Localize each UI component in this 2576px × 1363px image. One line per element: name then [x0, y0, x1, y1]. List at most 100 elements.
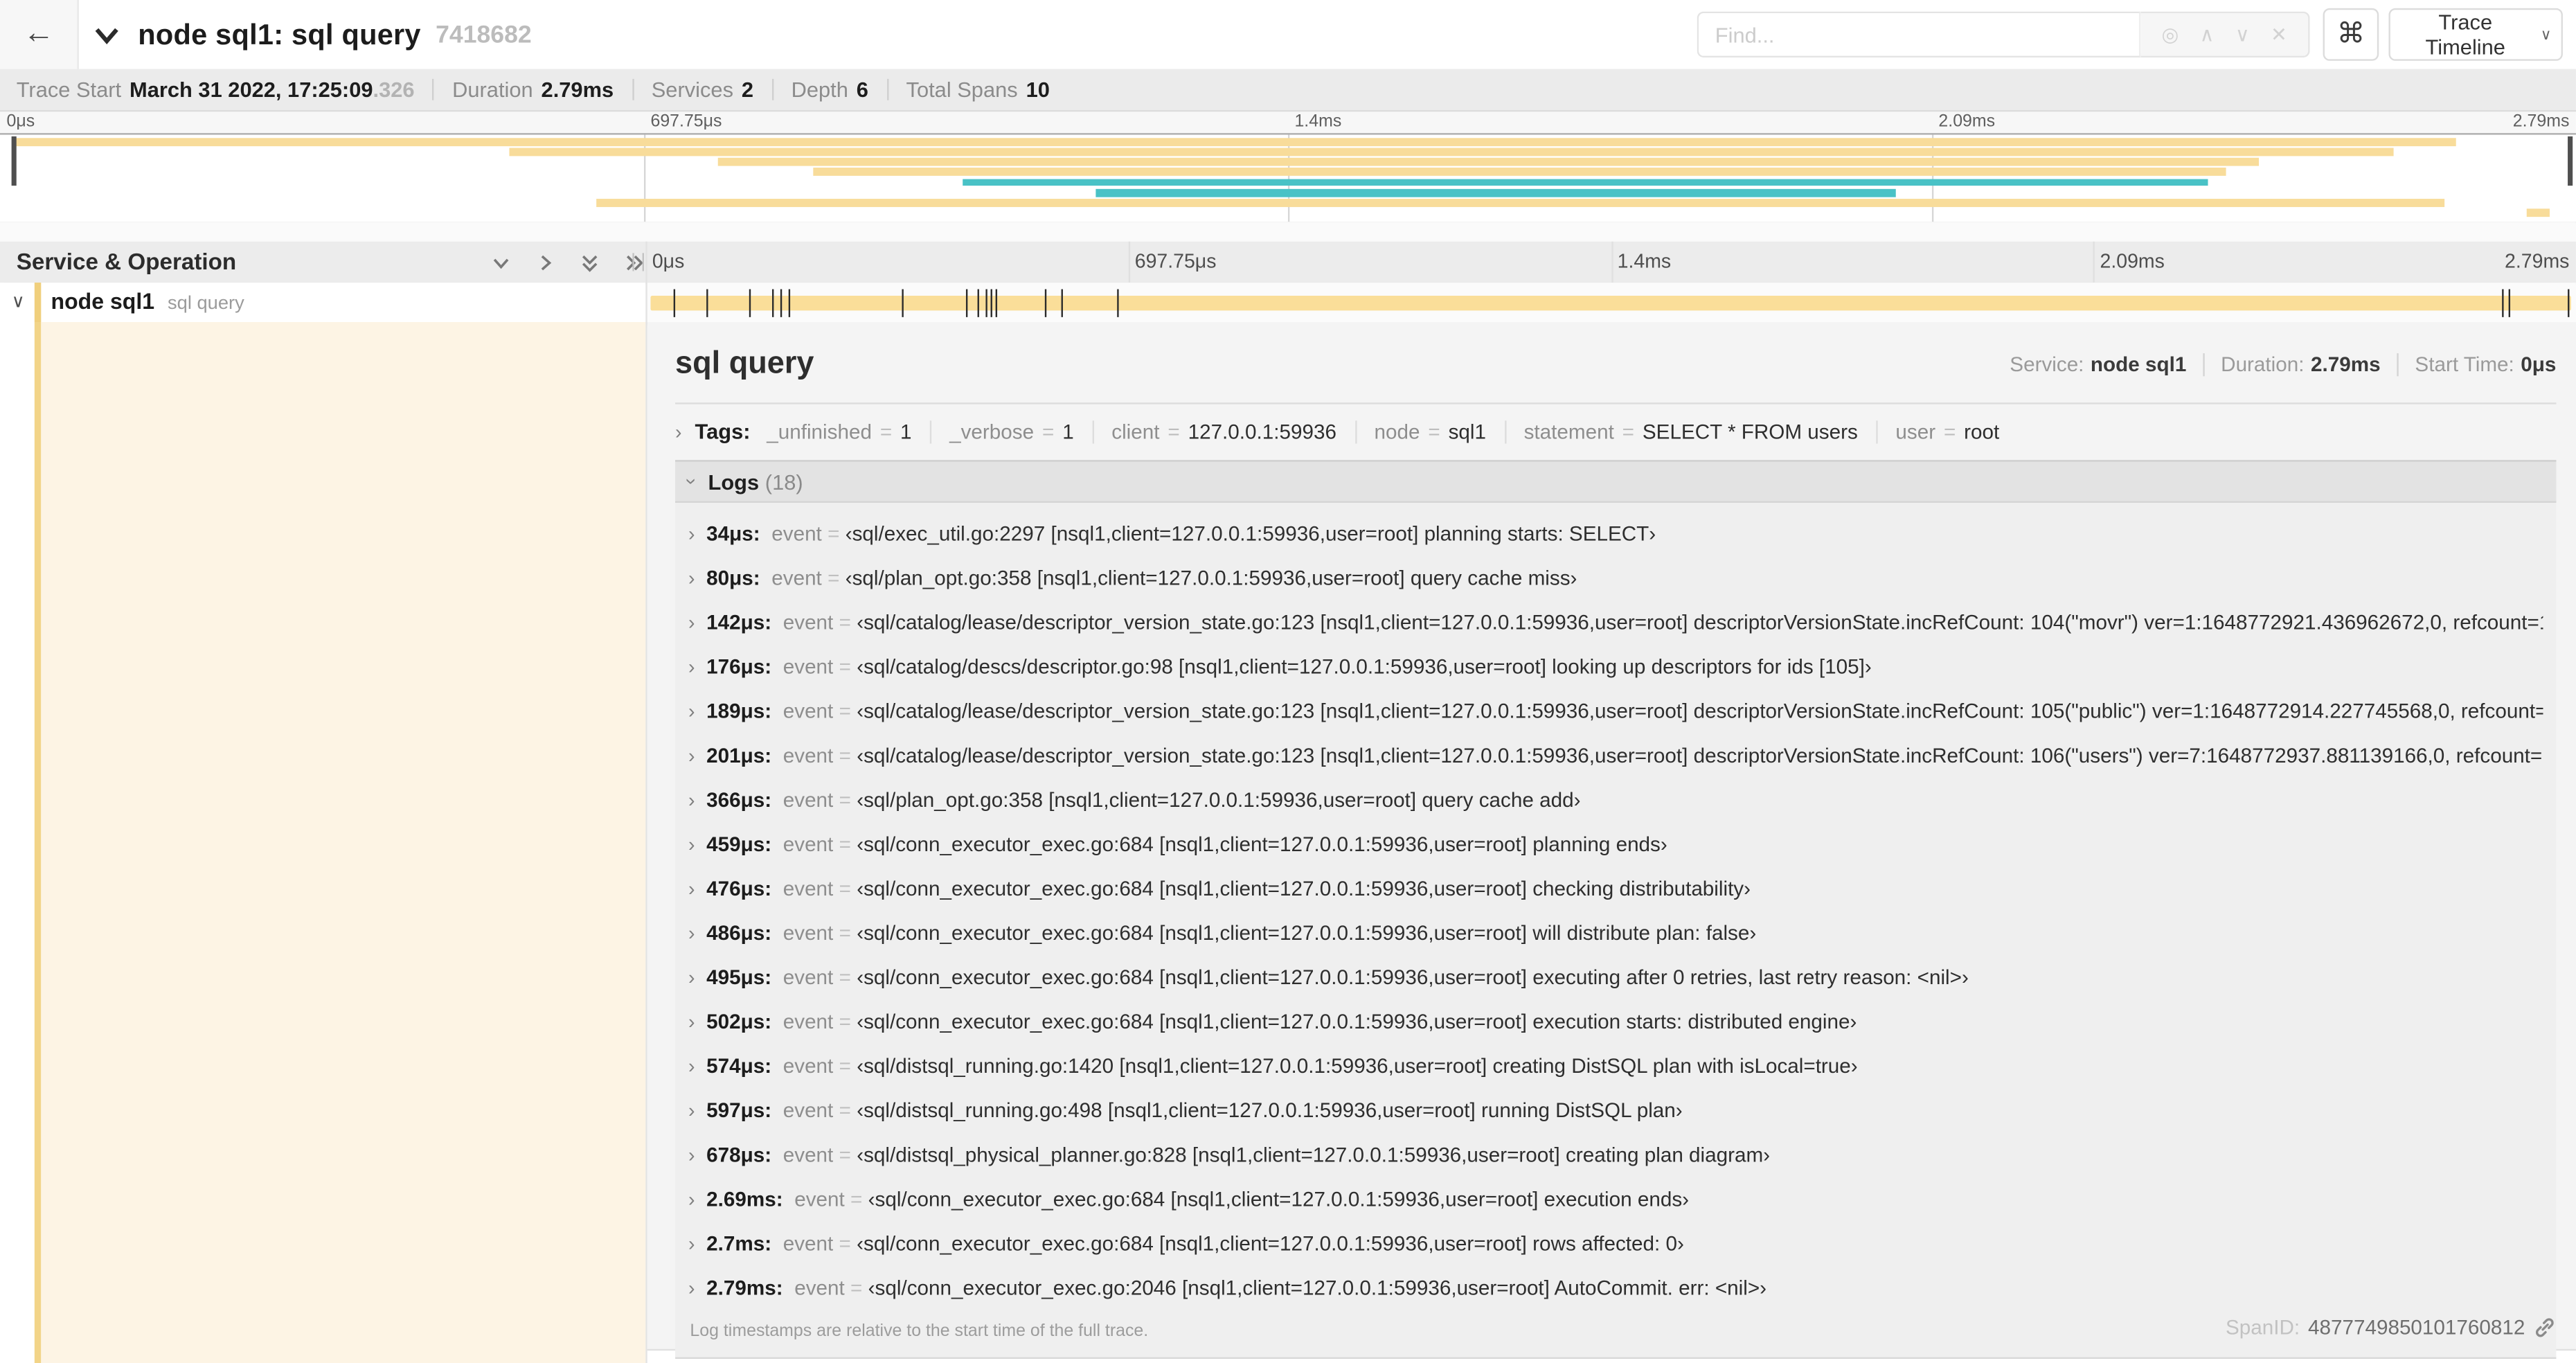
info-label: Duration:	[2221, 353, 2305, 377]
prev-result-icon[interactable]: ∧	[2200, 23, 2215, 46]
log-entry-row[interactable]: › 34μs: event = ‹sql/exec_util.go:2297 [ns…	[688, 511, 2543, 555]
log-entry-row[interactable]: › 2.79ms: event = ‹sql/conn_executor_exec.…	[688, 1265, 2543, 1310]
log-entry-row[interactable]: › 2.69ms: event = ‹sql/conn_executor_exec.…	[688, 1177, 2543, 1221]
trace-minimap[interactable]	[0, 133, 2576, 224]
log-entry-row[interactable]: › 502μs: event = ‹sql/conn_executor_exec.g…	[688, 999, 2543, 1043]
span-detail-title: sql query	[675, 346, 814, 382]
log-entry-row[interactable]: › 2.7ms: event = ‹sql/conn_executor_exec.g…	[688, 1221, 2543, 1265]
log-expand-chevron-icon[interactable]: ›	[688, 832, 695, 855]
locate-icon[interactable]: ◎	[2162, 23, 2179, 46]
span-bar-cell[interactable]	[645, 283, 2576, 322]
log-tick-mark	[780, 288, 782, 317]
log-expand-chevron-icon[interactable]: ›	[688, 1010, 695, 1033]
tag-separator	[1091, 420, 1094, 443]
deep-link-icon[interactable]	[2533, 1316, 2556, 1339]
span-id-value: 4877749850101760812	[2307, 1316, 2525, 1339]
log-tick-mark	[1061, 288, 1064, 317]
log-entry-row[interactable]: › 142μs: event = ‹sql/catalog/lease/descri…	[688, 600, 2543, 644]
span-row[interactable]: ∨ node sql1 sql query	[0, 283, 2576, 322]
log-expand-chevron-icon[interactable]: ›	[688, 566, 695, 589]
log-tick-mark	[985, 288, 987, 317]
log-entry-row[interactable]: › 80μs: event = ‹sql/plan_opt.go:358 [nsql…	[688, 555, 2543, 600]
log-entry-row[interactable]: › 459μs: event = ‹sql/conn_executor_exec.g…	[688, 821, 2543, 866]
log-expand-chevron-icon[interactable]: ›	[688, 1231, 695, 1254]
collapse-one-icon[interactable]	[490, 251, 512, 274]
log-expand-chevron-icon[interactable]: ›	[688, 1187, 695, 1210]
find-input[interactable]	[1697, 11, 2141, 58]
log-entry-row[interactable]: › 678μs: event = ‹sql/distsql_physical_pla…	[688, 1132, 2543, 1177]
back-button[interactable]: ←	[0, 0, 79, 69]
minimap-tick: 2.79ms	[2512, 112, 2570, 132]
log-expand-chevron-icon[interactable]: ›	[688, 921, 695, 944]
log-entry-row[interactable]: › 574μs: event = ‹sql/distsql_running.go:1…	[688, 1043, 2543, 1087]
keyboard-shortcuts-button[interactable]: ⌘	[2323, 8, 2379, 61]
trace-meta-item: Trace Start March 31 2022, 17:25:09.326	[16, 77, 415, 103]
tags-expand-chevron-icon[interactable]: ›	[675, 420, 681, 443]
log-tick-mark	[706, 288, 708, 317]
span-id-row: SpanID: 4877749850101760812	[2226, 1316, 2556, 1339]
log-expand-chevron-icon[interactable]: ›	[688, 1276, 695, 1299]
ruler-tick: 2.79ms	[2505, 249, 2570, 273]
log-entry-row[interactable]: › 189μs: event = ‹sql/catalog/lease/descri…	[688, 688, 2543, 733]
log-tick-mark	[2567, 288, 2569, 317]
minimap-left-scrubber[interactable]	[11, 136, 17, 186]
log-entry-row[interactable]: › 366μs: event = ‹sql/plan_opt.go:358 [nsq…	[688, 777, 2543, 821]
logs-title: Logs	[708, 469, 760, 494]
column-resize-grip[interactable]	[632, 253, 644, 271]
span-color-accent-strip	[34, 321, 42, 1363]
log-entry-row[interactable]: › 495μs: event = ‹sql/conn_executor_exec.g…	[688, 954, 2543, 999]
log-expand-chevron-icon[interactable]: ›	[688, 1098, 695, 1121]
log-entry-row[interactable]: › 176μs: event = ‹sql/catalog/descs/descri…	[688, 644, 2543, 688]
log-expand-chevron-icon[interactable]: ›	[688, 522, 695, 544]
next-result-icon[interactable]: ∨	[2235, 23, 2250, 46]
log-entry-row[interactable]: › 476μs: event = ‹sql/conn_executor_exec.g…	[688, 866, 2543, 910]
info-separator	[2397, 353, 2399, 377]
top-bar: ← node sql1: sql query 7418682 ◎ ∧ ∨ ✕ ⌘…	[0, 0, 2576, 69]
span-collapse-chevron-icon[interactable]: ∨	[12, 283, 25, 322]
logs-expand-chevron-icon[interactable]: ›	[680, 478, 703, 484]
log-expand-chevron-icon[interactable]: ›	[688, 654, 695, 677]
log-entry-row[interactable]: › 486μs: event = ‹sql/conn_executor_exec.g…	[688, 910, 2543, 954]
tag-separator	[1875, 420, 1878, 443]
logs-accordion-header[interactable]: › Logs (18)	[675, 460, 2557, 503]
log-expand-chevron-icon[interactable]: ›	[688, 965, 695, 988]
jaeger-trace-page: ← node sql1: sql query 7418682 ◎ ∧ ∨ ✕ ⌘…	[0, 0, 2576, 1363]
collapse-all-icon[interactable]	[578, 251, 601, 274]
log-tick-mark	[902, 288, 904, 317]
back-arrow-icon: ←	[23, 16, 55, 51]
log-expand-chevron-icon[interactable]: ›	[688, 610, 695, 633]
ruler-tick: 697.75μs	[1134, 249, 1217, 273]
span-operation-name: sql query	[168, 294, 244, 314]
minimap-span-bar	[508, 148, 2395, 157]
log-tick-mark	[966, 288, 969, 317]
log-expand-chevron-icon[interactable]: ›	[688, 1143, 695, 1166]
log-tick-mark	[1045, 288, 1048, 317]
tags-row[interactable]: › Tags: _unfinished = 1 _verbose = 1 client = 12…	[675, 419, 2556, 444]
trace-view-selector[interactable]: Trace Timeline ∨	[2388, 8, 2563, 61]
minimap-ruler: 0μs 697.75μs 1.4ms 2.09ms 2.79ms	[0, 112, 2576, 134]
log-expand-chevron-icon[interactable]: ›	[688, 744, 695, 767]
log-entry-row[interactable]: › 597μs: event = ‹sql/distsql_running.go:4…	[688, 1088, 2543, 1132]
span-detail-panel: sql query Service: node sql1 Duration: 2.79…	[647, 321, 2576, 1359]
span-service-name: node sql1 sql query	[51, 289, 244, 314]
clear-find-icon[interactable]: ✕	[2271, 23, 2287, 46]
meta-separator	[771, 78, 773, 100]
meta-separator	[432, 78, 435, 100]
log-entry-row[interactable]: › 201μs: event = ‹sql/catalog/lease/descri…	[688, 733, 2543, 777]
log-expand-chevron-icon[interactable]: ›	[688, 877, 695, 900]
log-expand-chevron-icon[interactable]: ›	[688, 788, 695, 811]
log-expand-chevron-icon[interactable]: ›	[688, 1054, 695, 1077]
log-tick-mark	[2509, 288, 2511, 317]
collapse-trace-chevron-icon[interactable]	[93, 23, 120, 54]
expand-one-icon[interactable]	[534, 251, 557, 274]
minimap-right-scrubber[interactable]	[2568, 136, 2573, 186]
meta-separator	[632, 78, 634, 100]
minimap-tick: 0μs	[6, 112, 35, 132]
tags-list: _unfinished = 1 _verbose = 1 client = 127.0.0.1:…	[767, 420, 1999, 443]
log-expand-chevron-icon[interactable]: ›	[688, 699, 695, 722]
span-name-cell[interactable]: ∨ node sql1 sql query	[0, 283, 646, 322]
page-title: node sql1: sql query	[138, 17, 421, 51]
trace-meta-bar: Trace Start March 31 2022, 17:25:09.326 Du…	[0, 69, 2576, 112]
span-log-ticks	[650, 283, 2570, 322]
minimap-span-bar	[12, 138, 2456, 146]
